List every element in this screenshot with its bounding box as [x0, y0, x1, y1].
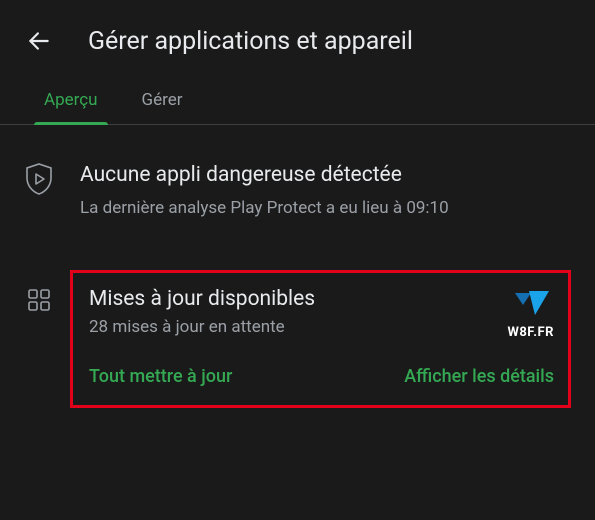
content-area: Aucune appli dangereuse détectée La dern…: [0, 125, 595, 408]
watermark-text: W8F.FR: [507, 325, 554, 340]
play-protect-row[interactable]: Aucune appli dangereuse détectée La dern…: [24, 161, 571, 222]
show-details-button[interactable]: Afficher les détails: [404, 366, 554, 387]
back-button[interactable]: [24, 26, 54, 56]
tab-bar: Aperçu Gérer: [0, 76, 595, 125]
app-header: Gérer applications et appareil: [0, 0, 595, 76]
tab-manage[interactable]: Gérer: [122, 76, 203, 124]
shield-play-icon: [24, 161, 54, 195]
updates-card[interactable]: Mises à jour disponibles 28 mises à jour…: [70, 270, 571, 408]
play-protect-subtitle: La dernière analyse Play Protect a eu li…: [80, 195, 500, 221]
arrow-logo-icon: [511, 289, 551, 321]
update-all-button[interactable]: Tout mettre à jour: [89, 366, 232, 387]
updates-title: Mises à jour disponibles: [89, 287, 315, 311]
arrow-left-icon: [26, 28, 52, 54]
play-protect-title: Aucune appli dangereuse détectée: [80, 161, 571, 189]
tab-overview[interactable]: Aperçu: [24, 76, 118, 124]
watermark-logo: W8F.FR: [507, 287, 554, 340]
apps-grid-icon: [24, 270, 54, 312]
play-protect-body: Aucune appli dangereuse détectée La dern…: [80, 161, 571, 222]
updates-subtitle: 28 mises à jour en attente: [89, 317, 315, 337]
updates-row: Mises à jour disponibles 28 mises à jour…: [24, 270, 571, 408]
page-title: Gérer applications et appareil: [88, 27, 413, 56]
